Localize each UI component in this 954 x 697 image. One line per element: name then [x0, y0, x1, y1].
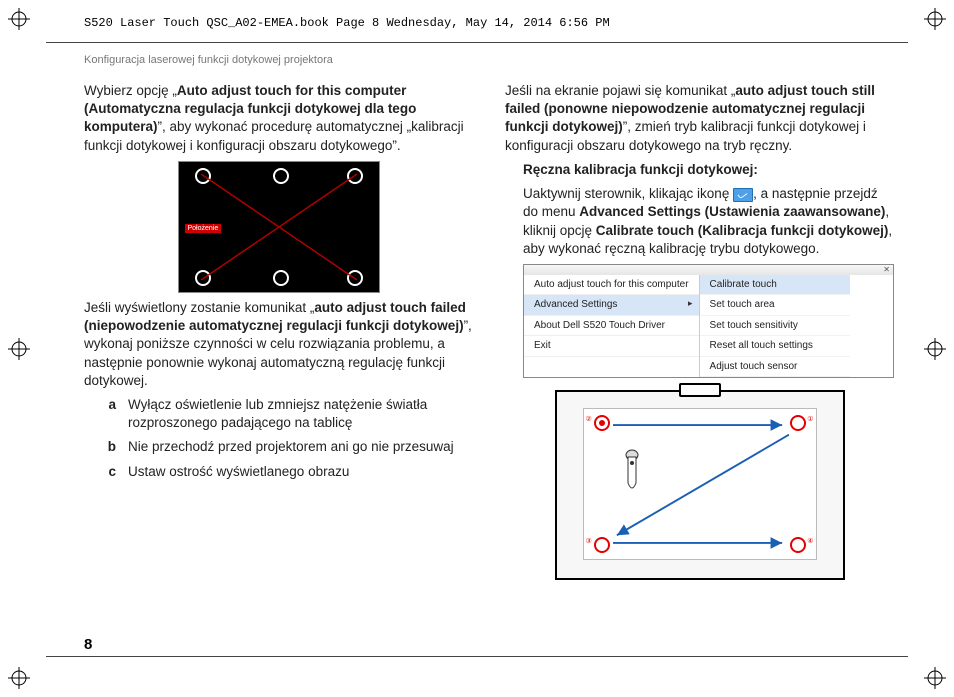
menu-item-reset-settings[interactable]: Reset all touch settings — [700, 336, 850, 357]
close-icon: ✕ — [883, 265, 890, 276]
driver-tray-icon — [733, 188, 753, 202]
list-marker: b — [102, 438, 116, 456]
print-header: S520 Laser Touch QSC_A02-EMEA.book Page … — [84, 16, 610, 30]
crop-mark — [924, 667, 946, 689]
page-number: 8 — [84, 636, 92, 653]
header-rule — [46, 42, 908, 43]
footer-rule — [46, 656, 908, 657]
crop-mark — [8, 667, 30, 689]
stylus-icon — [622, 449, 642, 495]
menu-item-set-touch-area[interactable]: Set touch area — [700, 295, 850, 316]
cal-cross-icon — [201, 174, 357, 280]
crop-mark — [8, 338, 30, 360]
right-p2: Uaktywnij sterownik, klikając ikonę , a … — [523, 185, 894, 258]
list-text: Nie przechodź przed projektorem ani go n… — [128, 438, 473, 456]
menu-submenu: Calibrate touch Set touch area Set touch… — [700, 275, 850, 378]
section-title: Konfiguracja laserowej funkcji dotykowej… — [84, 54, 333, 66]
figure-calibration-screen: Położenie — [178, 161, 380, 293]
calibration-arrows-icon — [584, 409, 816, 559]
menu-item-calibrate-touch[interactable]: Calibrate touch — [700, 275, 850, 296]
crop-mark — [8, 8, 30, 30]
right-h2: Ręczna kalibracja funkcji dotykowej: — [523, 161, 894, 179]
menu-item-exit[interactable]: Exit — [524, 336, 699, 357]
crop-mark — [924, 8, 946, 30]
list-item: c Ustaw ostrość wyświetlanego obrazu — [102, 463, 473, 481]
text: Jeśli na ekranie pojawi się komunikat „ — [505, 83, 735, 98]
right-column: Jeśli na ekranie pojawi się komunikat „a… — [505, 82, 894, 580]
text: Jeśli wyświetlony zostanie komunikat „ — [84, 300, 314, 315]
crop-mark — [924, 338, 946, 360]
board-clip-icon — [679, 383, 721, 397]
list-item: a Wyłącz oświetlenie lub zmniejsz natęże… — [102, 396, 473, 432]
left-p1: Wybierz opcję „Auto adjust touch for thi… — [84, 82, 473, 155]
menu-primary: Auto adjust touch for this computer Adva… — [524, 275, 700, 378]
bold-term: Advanced Settings (Ustawienia zaawansowa… — [579, 204, 885, 219]
menu-item-advanced-settings[interactable]: Advanced Settings — [524, 295, 699, 316]
cal-label: Położenie — [185, 224, 222, 233]
list-marker: c — [102, 463, 116, 481]
bold-term: Calibrate touch (Kalibracja funkcji doty… — [596, 223, 889, 238]
text: Wybierz opcję „ — [84, 83, 177, 98]
menu-item-auto-adjust[interactable]: Auto adjust touch for this computer — [524, 275, 699, 296]
list-marker: a — [102, 396, 116, 432]
list-text: Ustaw ostrość wyświetlanego obrazu — [128, 463, 473, 481]
menu-item-adjust-sensor[interactable]: Adjust touch sensor — [700, 357, 850, 378]
left-p2: Jeśli wyświetlony zostanie komunikat „au… — [84, 299, 473, 390]
list-text: Wyłącz oświetlenie lub zmniejsz natężeni… — [128, 396, 473, 432]
list-item: b Nie przechodź przed projektorem ani go… — [102, 438, 473, 456]
left-column: Wybierz opcję „Auto adjust touch for thi… — [84, 82, 473, 580]
text: Uaktywnij sterownik, klikając ikonę — [523, 186, 733, 201]
abc-list: a Wyłącz oświetlenie lub zmniejsz natęże… — [102, 396, 473, 481]
figure-manual-calibration: ② ① ③ ④ — [555, 390, 845, 580]
window-titlebar: ✕ — [524, 265, 893, 275]
figure-context-menu: ✕ Auto adjust touch for this computer Ad… — [523, 264, 894, 379]
menu-item-set-sensitivity[interactable]: Set touch sensitivity — [700, 316, 850, 337]
menu-item-about[interactable]: About Dell S520 Touch Driver — [524, 316, 699, 337]
right-p1: Jeśli na ekranie pojawi się komunikat „a… — [505, 82, 894, 155]
